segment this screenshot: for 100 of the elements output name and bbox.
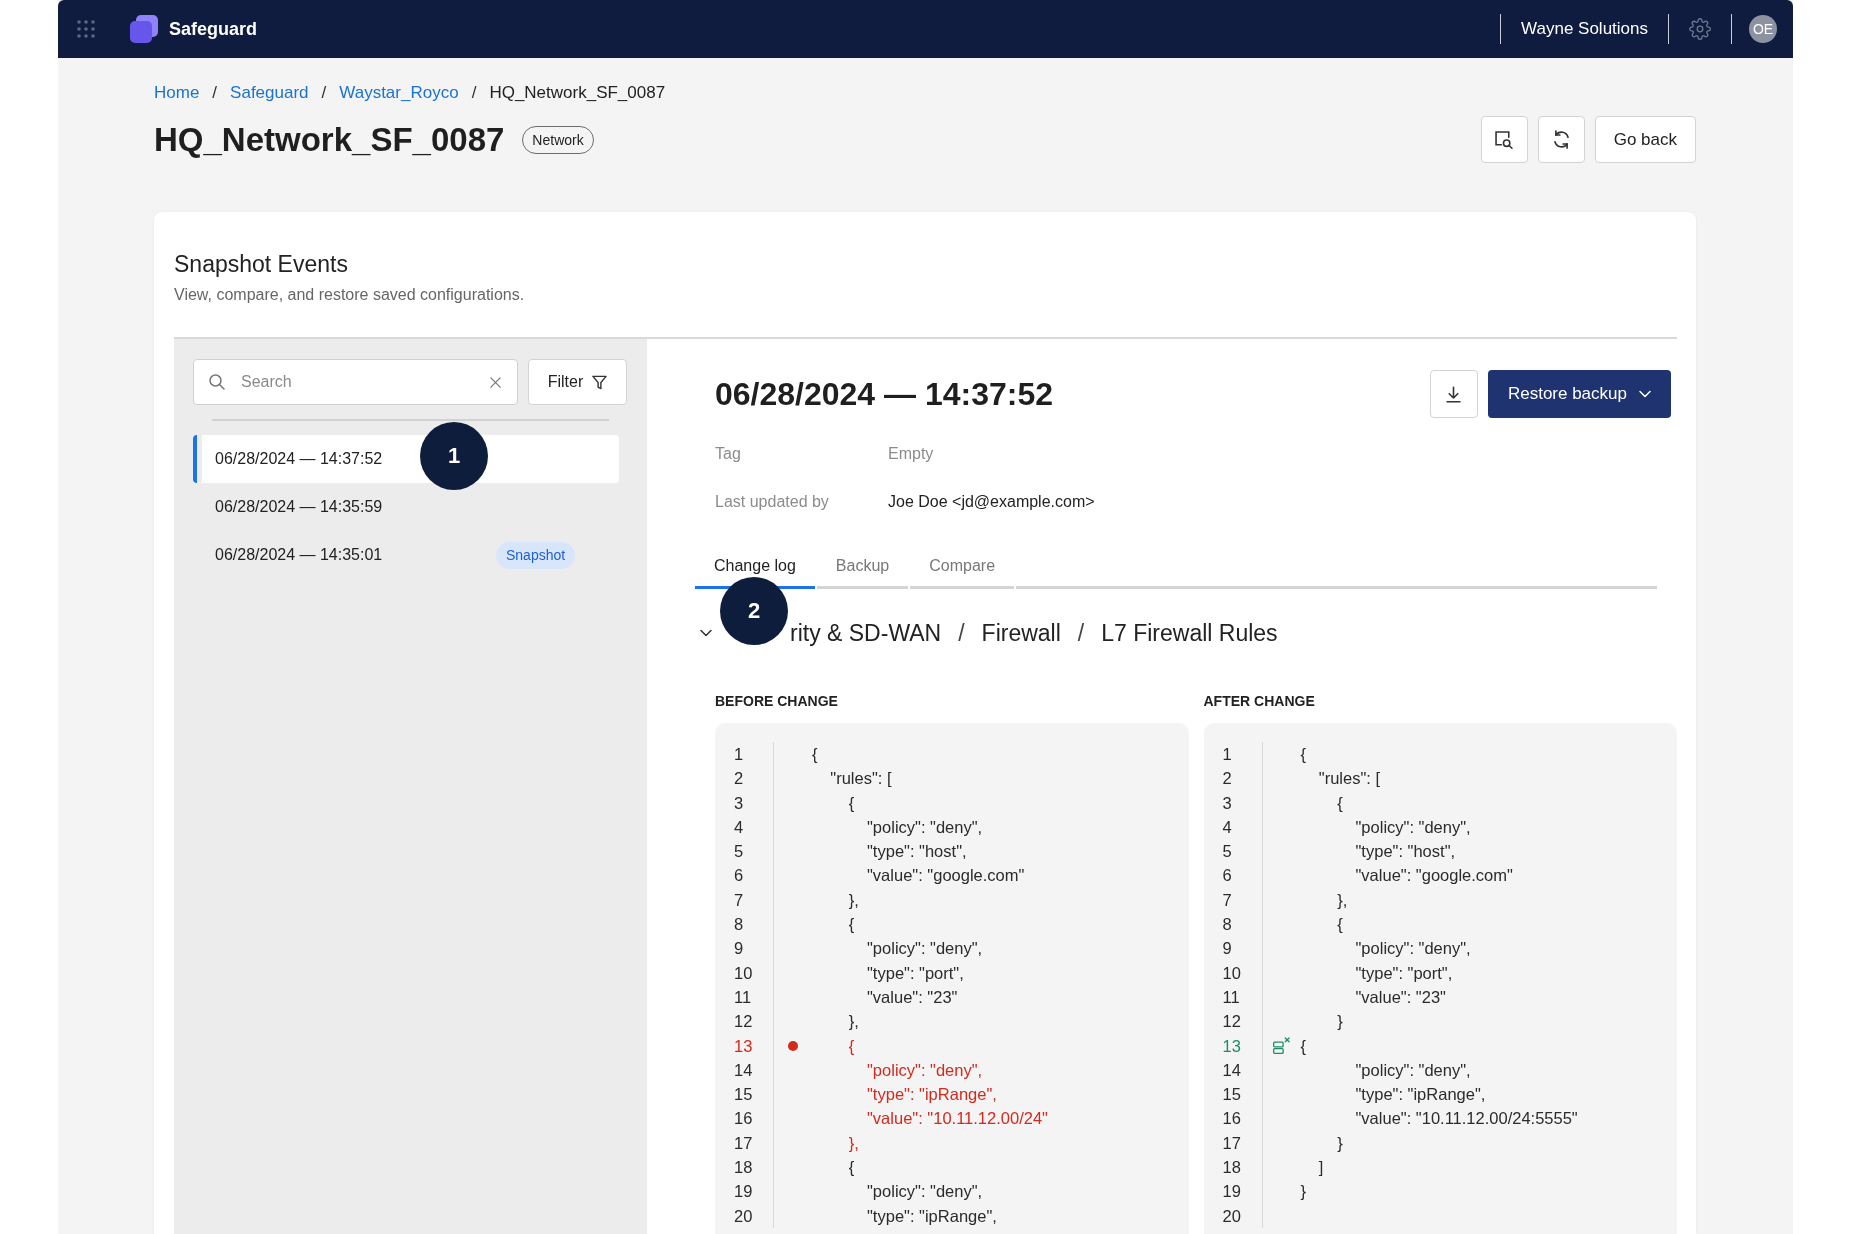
line-number: 16 — [734, 1109, 753, 1128]
back-button[interactable]: Go back — [1594, 116, 1696, 163]
line-number: 13 — [734, 1036, 753, 1055]
line-number: 14 — [734, 1060, 753, 1079]
chevron-icon[interactable] — [700, 627, 712, 639]
tab[interactable]: Backup — [816, 554, 909, 589]
logo-icon — [130, 15, 158, 43]
line-number: 18 — [734, 1158, 753, 1177]
code-line: "policy": "deny", — [867, 1182, 983, 1201]
code-line: "policy": "deny", — [867, 817, 983, 836]
clear-icon[interactable] — [490, 376, 501, 388]
filter-icon — [592, 374, 608, 390]
code-line: { — [1300, 745, 1306, 763]
line-number: 11 — [734, 987, 752, 1006]
step-tooltip: 2 — [720, 577, 788, 645]
code-line: "rules": [ — [1318, 769, 1381, 788]
code-line: }, — [848, 1133, 859, 1152]
code-line: "policy": "deny", — [1355, 939, 1471, 958]
code-line: "type": "port", — [867, 963, 964, 982]
breadcrumb-separator: / — [321, 82, 327, 104]
line-number: 20 — [1222, 1206, 1241, 1225]
code-line: "type": "port", — [1355, 963, 1453, 982]
breadcrumb-separator: / — [471, 82, 477, 104]
code-line: "type": "ipRange", — [1355, 1085, 1486, 1104]
search-field[interactable]: Search — [193, 359, 518, 405]
field-label: Tag — [715, 444, 742, 464]
code-line: { — [848, 1158, 855, 1177]
line-number: 3 — [734, 793, 744, 812]
line-number: 1 — [734, 745, 744, 763]
code-line: "policy": "deny", — [867, 1060, 983, 1079]
code-line: }, — [1337, 890, 1348, 909]
breadcrumb-link[interactable]: Waystar_Royco — [339, 82, 459, 104]
code-line: "value": "google.com" — [867, 866, 1025, 885]
inspect-button[interactable] — [1480, 116, 1528, 163]
breadcrumb-link[interactable]: Home — [154, 82, 200, 104]
code-line: "policy": "deny", — [867, 939, 983, 958]
line-number: 10 — [1222, 963, 1241, 982]
code-line: { — [848, 915, 855, 934]
snapshot-tag: Snapshot — [496, 541, 576, 569]
line-number: 16 — [1222, 1109, 1241, 1128]
line-number: 19 — [734, 1182, 753, 1201]
code-line: "value": "10.11.12.00/24:5555" — [1355, 1109, 1578, 1128]
code-line: }, — [848, 890, 859, 909]
line-number: 8 — [1222, 915, 1232, 934]
breadcrumb-current: HQ_Network_SF_0087 — [489, 82, 666, 104]
line-number: 2 — [1222, 769, 1232, 788]
line-number: 12 — [1222, 1012, 1241, 1031]
download-button[interactable] — [1429, 370, 1478, 418]
snapshot-item[interactable]: 06/28/2024 — 14:35:01 Snapshot — [193, 531, 619, 579]
code-line: "type": "host", — [1355, 842, 1456, 861]
line-number: 14 — [1222, 1060, 1241, 1079]
snapshot-title: 06/28/2024 — 14:37:52 — [715, 375, 1055, 414]
code-line: "value": "23" — [1355, 987, 1446, 1006]
line-number: 9 — [1222, 939, 1232, 958]
line-number: 13 — [1222, 1036, 1241, 1055]
code-line: "policy": "deny", — [1355, 1060, 1471, 1079]
code-line: { — [848, 793, 855, 812]
frame-search-icon — [1495, 130, 1514, 149]
search-icon — [209, 374, 225, 390]
field-label: Last updated by — [715, 492, 830, 512]
line-number: 3 — [1222, 793, 1232, 812]
line-number: 6 — [734, 866, 744, 885]
app-grid-icon[interactable] — [77, 20, 95, 38]
settings-icon[interactable] — [1689, 18, 1711, 40]
section-subtitle: View, compare, and restore saved configurations. — [174, 285, 526, 305]
path-separator: / — [1077, 619, 1085, 647]
code-line: }, — [848, 1012, 859, 1031]
code-line: } — [1337, 1133, 1343, 1152]
line-number: 20 — [734, 1206, 753, 1225]
app-name: Safeguard — [169, 18, 258, 40]
code-line: "policy": "deny", — [1355, 817, 1471, 836]
field-value: Joe Doe <jd@example.com> — [888, 492, 1095, 512]
filter-button[interactable]: Filter — [528, 359, 627, 405]
panel-heading: BEFORE CHANGE — [715, 692, 838, 710]
code-line: "type": "ipRange", — [867, 1085, 997, 1104]
path-separator: / — [958, 619, 965, 647]
line-number: 7 — [1222, 890, 1232, 909]
line-number: 18 — [1222, 1158, 1241, 1177]
line-number: 5 — [734, 842, 744, 861]
search-input[interactable]: Search — [241, 373, 474, 391]
code-line: } — [1337, 1012, 1343, 1031]
line-number: 15 — [1222, 1085, 1241, 1104]
code-line: "value": "23" — [867, 987, 958, 1006]
panel-heading: AFTER CHANGE — [1203, 692, 1315, 710]
tab[interactable]: Compare — [910, 554, 1015, 589]
line-number: 2 — [734, 769, 744, 788]
line-number: 8 — [734, 915, 744, 934]
code-line: "type": "ipRange", — [867, 1206, 997, 1225]
restore-backup-button[interactable]: Restore backup — [1487, 370, 1671, 418]
organization-name[interactable]: Wayne Solutions — [1521, 19, 1648, 39]
refresh-button[interactable] — [1537, 116, 1585, 163]
line-number: 10 — [734, 963, 753, 982]
code-line: "value": "10.11.12.00/24" — [867, 1109, 1048, 1128]
code-line: "value": "google.com" — [1355, 866, 1513, 885]
breadcrumb-separator: / — [212, 82, 218, 104]
field-value: Empty — [888, 444, 934, 464]
code-line: "rules": [ — [830, 769, 892, 788]
code-line: { — [812, 745, 818, 763]
breadcrumb-link[interactable]: Safeguard — [230, 82, 309, 104]
page-title: HQ_Network_SF_0087 — [154, 119, 505, 160]
